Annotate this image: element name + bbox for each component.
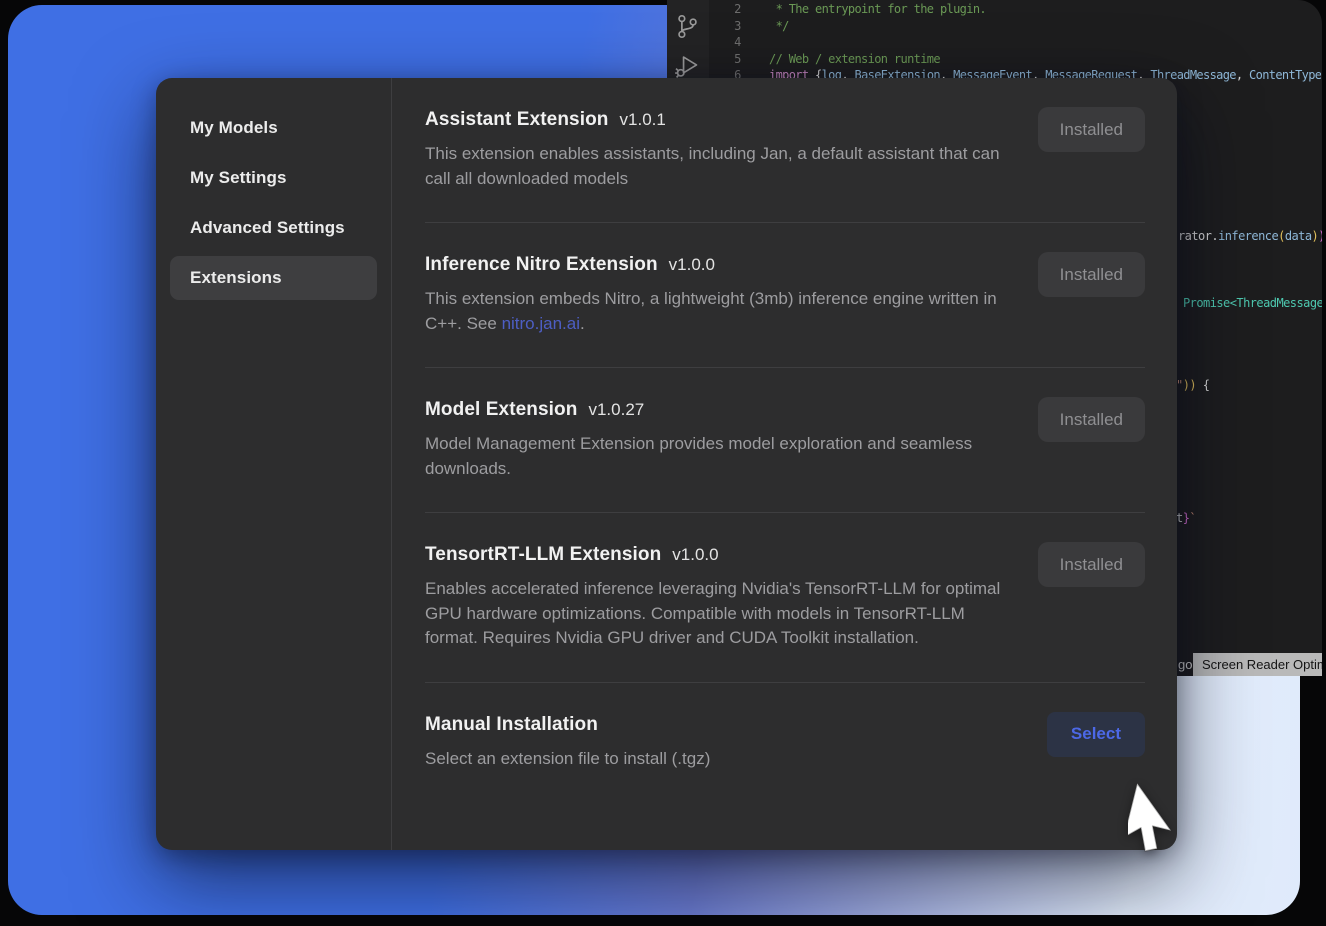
extension-name: Model Extension	[425, 399, 577, 421]
installed-button[interactable]: Installed	[1038, 252, 1145, 297]
code-line: 2 * The entrypoint for the plugin.	[709, 1, 1322, 18]
settings-sidebar: My Models My Settings Advanced Settings …	[156, 78, 392, 850]
installed-button[interactable]: Installed	[1038, 397, 1145, 442]
sidebar-item-my-models[interactable]: My Models	[170, 106, 377, 150]
extension-version: v1.0.0	[672, 545, 718, 565]
sidebar-item-label: My Settings	[190, 168, 287, 188]
sidebar-item-label: Extensions	[190, 268, 282, 288]
extension-name: Inference Nitro Extension	[425, 254, 658, 276]
extension-description: Enables accelerated inference leveraging…	[425, 577, 1005, 651]
extension-description: This extension enables assistants, inclu…	[425, 142, 1005, 191]
code-line: 4	[709, 34, 1322, 51]
extension-name: Manual Installation	[425, 714, 598, 736]
sidebar-item-label: My Models	[190, 118, 278, 138]
installed-button[interactable]: Installed	[1038, 107, 1145, 152]
extensions-panel: Assistant Extension v1.0.1 This extensio…	[392, 78, 1177, 850]
sidebar-item-my-settings[interactable]: My Settings	[170, 156, 377, 200]
extension-version: v1.0.0	[669, 255, 715, 275]
extension-description: This extension embeds Nitro, a lightweig…	[425, 287, 1005, 336]
select-extension-file-button[interactable]: Select	[1047, 712, 1145, 757]
extension-version: v1.0.27	[588, 400, 644, 420]
extension-section: Assistant Extension v1.0.1 This extensio…	[425, 78, 1145, 222]
code-fragment: Promise<ThreadMessage>	[1183, 296, 1322, 310]
extension-version: v1.0.1	[620, 110, 666, 130]
extension-section: Inference Nitro Extension v1.0.0 This ex…	[425, 223, 1145, 367]
installed-button[interactable]: Installed	[1038, 542, 1145, 587]
extension-description: Model Management Extension provides mode…	[425, 432, 1005, 481]
settings-modal: My Models My Settings Advanced Settings …	[156, 78, 1177, 850]
code-fragment: ")) {	[1176, 378, 1209, 392]
screen-reader-optimized-chip[interactable]: Screen Reader Optimized	[1193, 653, 1322, 676]
code-fragment: t}`	[1176, 511, 1196, 525]
extension-section: Manual Installation Select an extension …	[425, 683, 1145, 799]
code-lines: 2 * The entrypoint for the plugin.3 */45…	[709, 1, 1322, 84]
nitro-jan-ai-link[interactable]: nitro.jan.ai	[502, 314, 580, 333]
extension-section: Model Extension v1.0.27 Model Management…	[425, 368, 1145, 512]
extension-description: Select an extension file to install (.tg…	[425, 747, 710, 772]
code-line: 5// Web / extension runtime	[709, 51, 1322, 68]
source-control-icon[interactable]	[674, 13, 701, 45]
extension-name: Assistant Extension	[425, 109, 609, 131]
mouse-cursor-icon	[1128, 776, 1188, 852]
sidebar-item-advanced-settings[interactable]: Advanced Settings	[170, 206, 377, 250]
extension-name: TensortRT-LLM Extension	[425, 544, 661, 566]
sidebar-item-extensions[interactable]: Extensions	[170, 256, 377, 300]
sidebar-item-label: Advanced Settings	[190, 218, 345, 238]
code-fragment: rator.inference(data));	[1178, 229, 1322, 243]
extension-section: TensortRT-LLM Extension v1.0.0 Enables a…	[425, 513, 1145, 682]
code-line: 3 */	[709, 18, 1322, 35]
